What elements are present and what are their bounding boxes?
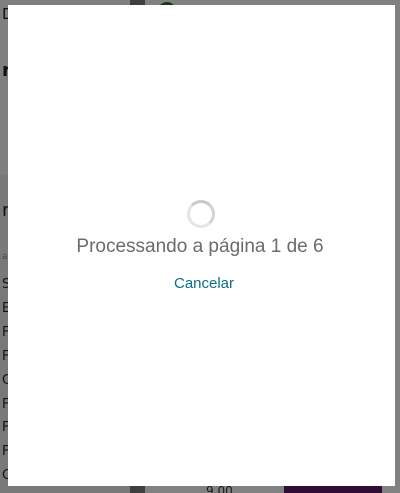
app-screen: D r r a S E F F C F F F C 9,00 Processan… (0, 0, 400, 493)
cancel-link[interactable]: Cancelar (0, 275, 400, 292)
loading-spinner-icon (187, 200, 215, 228)
processing-status-text: Processando a página 1 de 6 (76, 236, 324, 257)
